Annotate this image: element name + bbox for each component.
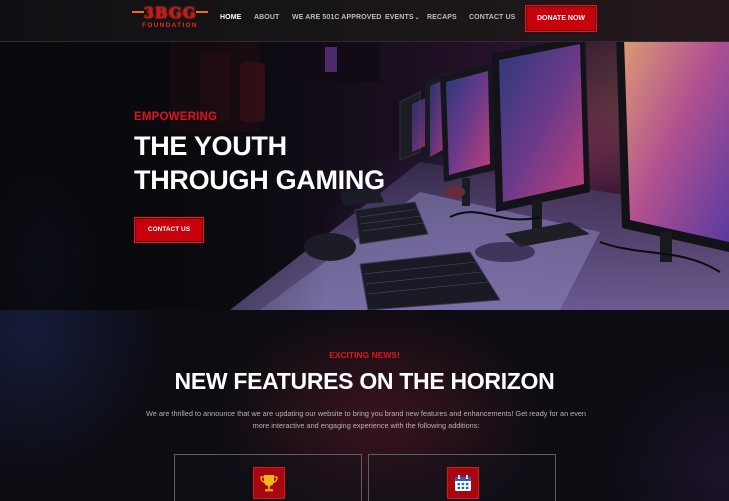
hero-title-line-2: THROUGH GAMING [134,165,385,195]
site-header: 3BGG FOUNDATION HOME ABOUT WE ARE 501C A… [0,0,729,42]
feature-card [368,454,556,501]
feature-card [174,454,362,501]
nav-item-contact[interactable]: CONTACT US [469,14,515,21]
news-body: We are thrilled to announce that we are … [146,409,586,430]
trophy-icon [253,467,285,499]
hero-contact-button[interactable]: CONTACT US [134,217,204,243]
hero-section: EMPOWERING THE YOUTH THROUGH GAMING CONT… [0,42,729,310]
hero-title: THE YOUTH THROUGH GAMING [134,129,385,197]
nav-item-about[interactable]: ABOUT [254,14,279,21]
logo-wordmark: 3BGG [143,4,197,22]
news-title: NEW FEATURES ON THE HORIZON [174,368,555,394]
nav-item-501c[interactable]: WE ARE 501C APPROVED [292,14,381,21]
nav-item-events[interactable]: EVENTS⌄ [385,14,420,21]
calendar-icon [447,467,479,499]
nav-item-events-label: EVENTS [385,14,414,21]
nav-item-home[interactable]: HOME [220,14,241,21]
site-logo[interactable]: 3BGG FOUNDATION [132,4,208,32]
hero-kicker: EMPOWERING [134,111,218,123]
news-kicker: EXCITING NEWS! [329,350,400,360]
news-section: EXCITING NEWS! NEW FEATURES ON THE HORIZ… [0,310,729,501]
logo-subtitle: FOUNDATION [142,22,198,29]
hero-title-line-1: THE YOUTH [134,131,287,161]
nav-item-recaps[interactable]: RECAPS [427,14,457,21]
chevron-down-icon: ⌄ [414,15,420,21]
donate-button[interactable]: DONATE NOW [525,5,597,32]
